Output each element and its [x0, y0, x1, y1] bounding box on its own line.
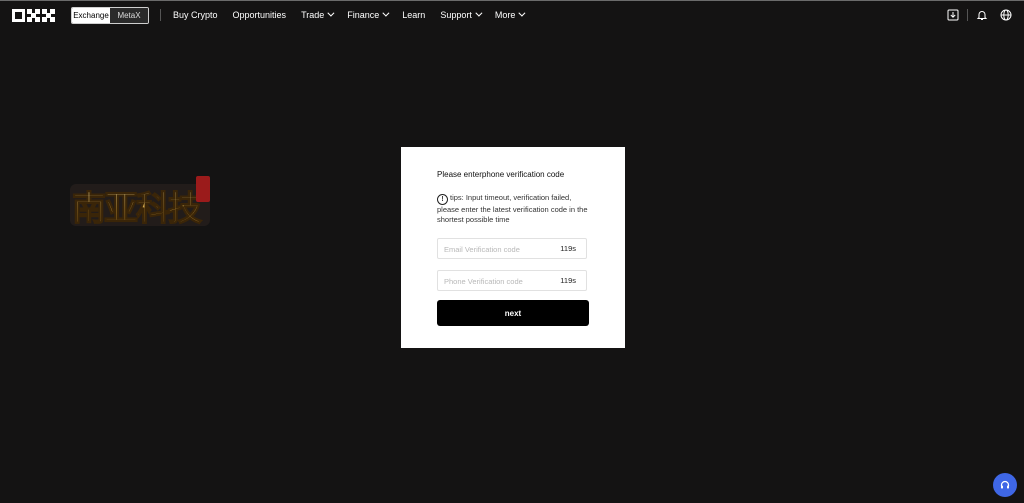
logo-k [27, 9, 40, 22]
nav-trade[interactable]: Trade [301, 9, 335, 20]
chevron-down-icon [327, 9, 335, 17]
email-code-timer: 119s [560, 244, 576, 253]
phone-code-input[interactable] [442, 273, 556, 290]
exchange-tab[interactable]: Exchange [72, 8, 110, 23]
svg-text:南亚科技: 南亚科技 [72, 189, 202, 229]
chevron-down-icon [475, 9, 483, 17]
chevron-down-icon [518, 9, 526, 17]
verification-dialog: Please enterphone verification code ! tip… [401, 147, 625, 348]
nav-learn[interactable]: Learn [402, 10, 425, 20]
metax-tab[interactable]: MetaX [110, 8, 148, 23]
email-code-field: 119s [437, 238, 587, 259]
bell-icon[interactable] [974, 7, 990, 23]
support-chat-button[interactable] [993, 473, 1017, 497]
alert-icon: ! [437, 194, 448, 205]
next-button[interactable]: next [437, 300, 589, 326]
phone-code-timer: 119s [560, 276, 576, 285]
dialog-title: Please enterphone verification code [437, 170, 565, 179]
email-code-input[interactable] [442, 241, 556, 258]
top-nav-bar: Exchange MetaX Buy Crypto Opportunities … [0, 1, 1024, 28]
nav-divider [160, 9, 161, 21]
brand-logo-image: 南亚科技 [66, 170, 218, 234]
globe-icon[interactable] [998, 7, 1014, 23]
timeout-tips: ! tips: Input timeout, verification faile… [437, 193, 595, 225]
okx-logo[interactable] [12, 9, 56, 22]
headset-icon [1000, 480, 1010, 489]
exchange-metax-toggle: Exchange MetaX [71, 7, 149, 24]
download-icon[interactable] [945, 7, 961, 23]
nav-finance[interactable]: Finance [347, 9, 390, 20]
nav-more[interactable]: More [495, 9, 526, 20]
nav-opportunities[interactable]: Opportunities [233, 10, 287, 20]
tips-text: tips: Input timeout, verification failed… [437, 193, 588, 224]
main-nav: Buy Crypto Opportunities Trade Finance L… [173, 1, 538, 28]
header-actions [945, 7, 1014, 23]
nav-buy-crypto[interactable]: Buy Crypto [173, 10, 218, 20]
icon-divider [967, 9, 968, 21]
phone-code-field: 119s [437, 270, 587, 291]
nav-support[interactable]: Support [440, 9, 483, 20]
chevron-down-icon [382, 9, 390, 17]
